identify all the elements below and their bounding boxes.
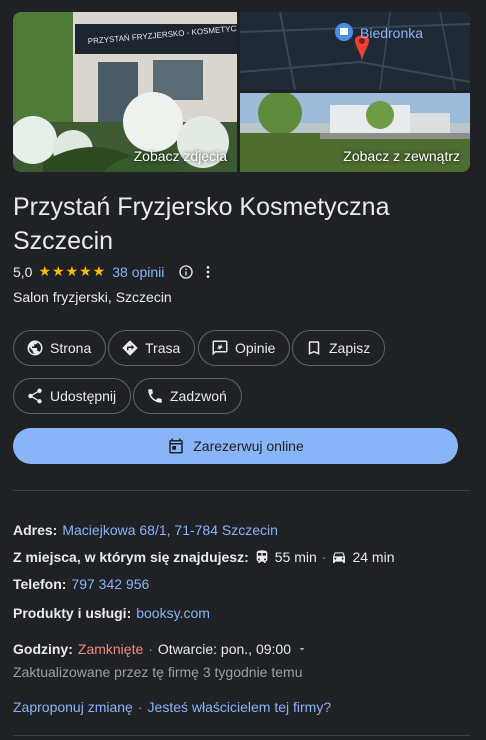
rating-value: 5,0 bbox=[13, 263, 33, 280]
save-button[interactable]: Zapisz bbox=[292, 330, 386, 366]
footer-links: Zaproponuj zmianę · Jesteś właścicielem … bbox=[13, 699, 331, 715]
directions-label: Trasa bbox=[145, 340, 181, 356]
address-label: Adres: bbox=[13, 522, 58, 538]
updated-note: Zaktualizowane przez tę firmę 3 tygodnie… bbox=[13, 664, 303, 680]
share-icon bbox=[28, 388, 42, 404]
rating-row: 5,0 ★★★★★ 38 opinii bbox=[13, 263, 216, 280]
hours-row[interactable]: Godziny: Zamknięte · Otwarcie: pon., 09:… bbox=[13, 641, 308, 657]
reviews-label: Opinie bbox=[235, 340, 276, 356]
share-label: Udostępnij bbox=[50, 388, 117, 404]
calendar-icon bbox=[169, 438, 183, 454]
chevron-down-icon[interactable] bbox=[296, 643, 308, 655]
info-icon[interactable] bbox=[178, 264, 194, 280]
street-view-caption: Zobacz z zewnątrz bbox=[343, 148, 460, 164]
address-link[interactable]: Maciejkowa 68/1, 71-784 Szczecin bbox=[62, 522, 278, 538]
separator-dot: · bbox=[148, 641, 153, 657]
map-preview[interactable]: Biedronka bbox=[240, 12, 470, 90]
transit-icon bbox=[256, 550, 268, 563]
call-button[interactable]: Zadzwoń bbox=[133, 378, 242, 414]
street-view-preview[interactable]: Zobacz z zewnątrz bbox=[240, 93, 470, 172]
products-label: Produkty i usługi: bbox=[13, 605, 132, 621]
phone-label: Telefon: bbox=[13, 576, 67, 592]
car-time: 24 min bbox=[352, 549, 395, 565]
main-photo[interactable]: PRZYSTAŃ FRYZJERSKO - KOSMETYCZNA Zobacz… bbox=[13, 12, 237, 172]
address-row: Adres: Maciejkowa 68/1, 71-784 Szczecin bbox=[13, 522, 278, 538]
star-rating-icon: ★★★★★ bbox=[38, 263, 107, 279]
car-icon bbox=[333, 552, 346, 563]
map-label: Biedronka bbox=[360, 25, 423, 41]
divider bbox=[13, 490, 470, 491]
phone-link[interactable]: 797 342 956 bbox=[71, 576, 149, 592]
hours-status: Zamknięte bbox=[77, 641, 144, 657]
map-image: Biedronka bbox=[240, 12, 470, 90]
photo-gallery: PRZYSTAŃ FRYZJERSKO - KOSMETYCZNA Zobacz… bbox=[13, 12, 470, 172]
view-photos-caption: Zobacz zdjęcia bbox=[133, 148, 227, 164]
directions-button[interactable]: Trasa bbox=[108, 330, 196, 366]
suggest-edit-link[interactable]: Zaproponuj zmianę bbox=[13, 699, 133, 715]
hours-next-open: Otwarcie: pon., 09:00 bbox=[157, 641, 291, 657]
more-options-icon[interactable] bbox=[200, 264, 216, 280]
website-button[interactable]: Strona bbox=[13, 330, 107, 366]
phone-icon bbox=[148, 389, 162, 403]
travel-time-row: Z miejsca, w którym się znajdujesz: 55 m… bbox=[13, 549, 395, 565]
save-label: Zapisz bbox=[329, 340, 371, 356]
separator-dot: · bbox=[321, 549, 327, 565]
claim-business-link[interactable]: Jesteś właścicielem tej firmy? bbox=[148, 699, 332, 715]
phone-row: Telefon: 797 342 956 bbox=[13, 576, 149, 592]
globe-icon bbox=[27, 340, 43, 356]
separator-dot: · bbox=[137, 699, 143, 715]
book-online-button[interactable]: Zarezerwuj online bbox=[13, 428, 458, 464]
share-button[interactable]: Udostępnij bbox=[13, 378, 132, 414]
review-icon bbox=[212, 340, 228, 356]
products-row: Produkty i usługi: booksy.com bbox=[13, 605, 210, 621]
reviews-button[interactable]: Opinie bbox=[198, 330, 291, 366]
bookmark-icon bbox=[308, 341, 320, 355]
products-link[interactable]: booksy.com bbox=[136, 605, 210, 621]
call-label: Zadzwoń bbox=[170, 388, 227, 404]
hours-label: Godziny: bbox=[13, 641, 73, 657]
reviews-link[interactable]: 38 opinii bbox=[112, 264, 164, 280]
business-name: Przystań Fryzjersko Kosmetyczna Szczecin bbox=[13, 193, 390, 255]
website-label: Strona bbox=[50, 340, 92, 356]
business-category: Salon fryzjerski, Szczecin bbox=[13, 289, 172, 305]
divider bbox=[13, 735, 470, 736]
transit-time: 55 min bbox=[274, 549, 317, 565]
travel-label: Z miejsca, w którym się znajdujesz: bbox=[13, 549, 249, 565]
directions-icon bbox=[122, 340, 138, 356]
book-online-label: Zarezerwuj online bbox=[193, 438, 304, 454]
